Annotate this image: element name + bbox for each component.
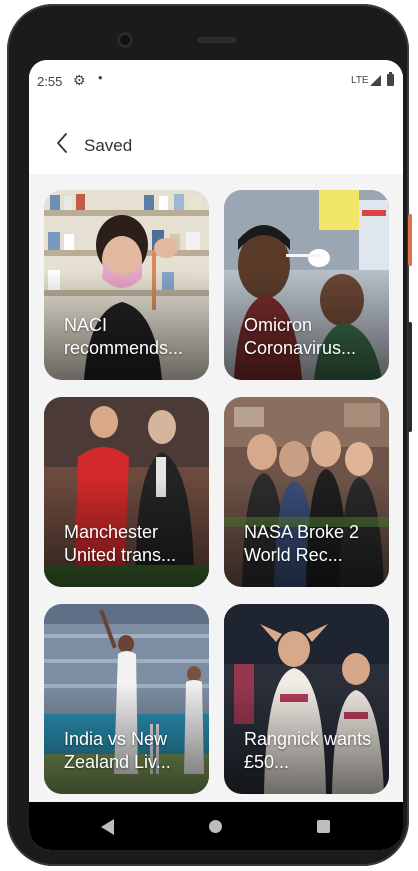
status-bar: 2:55 ⚙ • LTE (29, 60, 403, 102)
article-card[interactable]: India vs New Zealand Liv... (44, 604, 209, 794)
article-title: Omicron Coronavirus... (244, 315, 357, 358)
page-title: Saved (84, 136, 133, 155)
nav-home-icon[interactable] (209, 820, 222, 833)
gear-icon: ⚙ (73, 72, 86, 88)
article-card[interactable]: Omicron Coronavirus... (224, 190, 389, 380)
article-title: NACI recommends... (64, 315, 184, 358)
article-card[interactable]: NACI recommends... (44, 190, 209, 380)
system-nav-bar (29, 802, 403, 850)
front-camera (117, 32, 133, 48)
notification-dot-icon: • (98, 70, 103, 85)
phone-frame: 2:55 ⚙ • LTE Saved NACI recommends... Om… (7, 4, 412, 866)
nav-back-icon[interactable] (101, 819, 114, 835)
volume-button (408, 322, 412, 432)
back-button[interactable] (55, 132, 75, 156)
article-title: Rangnick wants £50... (244, 729, 372, 772)
signal-icon (370, 75, 381, 86)
battery-icon (387, 72, 394, 86)
article-title: Manchester United trans... (64, 522, 177, 565)
app-header: Saved (29, 102, 403, 174)
article-card[interactable]: Manchester United trans... (44, 397, 209, 587)
article-title: NASA Broke 2 World Rec... (244, 522, 360, 565)
app-screen: 2:55 ⚙ • LTE Saved NACI recommends... Om… (29, 60, 403, 850)
article-card[interactable]: Rangnick wants £50... (224, 604, 389, 794)
article-title: India vs New Zealand Liv... (64, 729, 171, 772)
chevron-left-icon (57, 133, 67, 153)
article-card[interactable]: NASA Broke 2 World Rec... (224, 397, 389, 587)
network-type: LTE (351, 75, 369, 86)
earpiece (197, 37, 237, 43)
nav-recents-icon[interactable] (317, 820, 330, 833)
power-button (408, 214, 412, 266)
status-time: 2:55 (37, 74, 63, 89)
